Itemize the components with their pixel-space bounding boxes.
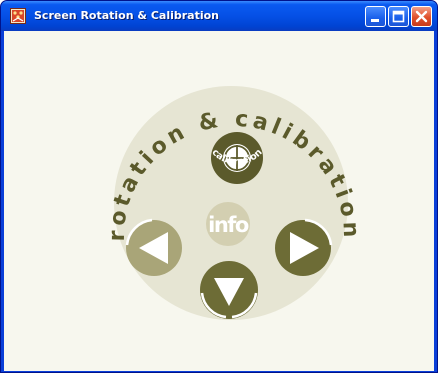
info-label: info [208, 213, 249, 237]
maximize-button[interactable] [388, 6, 409, 27]
rotation-dial-panel: rotation & calibration calibration info [105, 86, 359, 320]
close-icon [415, 10, 428, 23]
close-button[interactable] [411, 6, 432, 27]
title-bar[interactable]: Screen Rotation & Calibration [1, 1, 437, 31]
rotation-app-icon [10, 8, 26, 24]
minimize-icon [371, 19, 379, 22]
rotate-left-button[interactable] [125, 218, 182, 276]
window-title: Screen Rotation & Calibration [34, 9, 220, 22]
info-button[interactable]: info [206, 202, 250, 246]
rotate-right-button[interactable] [275, 218, 333, 276]
maximize-icon [392, 10, 405, 23]
minimize-button[interactable] [365, 6, 386, 27]
rotate-down-button[interactable] [200, 261, 258, 319]
client-area: rotation & calibration calibration info [4, 31, 434, 371]
app-window: Screen Rotation & Calibration rotation &… [0, 0, 438, 373]
